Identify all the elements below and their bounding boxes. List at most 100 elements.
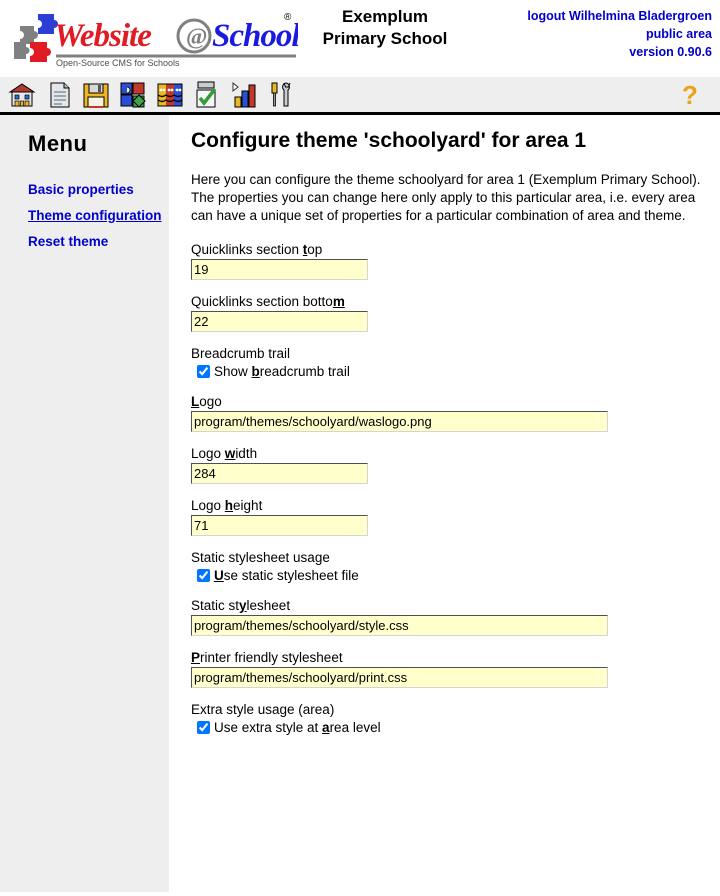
sidebar-menu: Basic properties Theme configuration Res…: [0, 181, 169, 250]
label-logo-height-accesskey: h: [224, 498, 234, 513]
label-logo-height-post: eight: [233, 498, 263, 513]
input-quicklinks-top[interactable]: [191, 259, 368, 280]
input-quicklinks-bottom[interactable]: [191, 311, 368, 332]
checkbox-row-breadcrumb[interactable]: Show breadcrumb trail: [197, 363, 712, 380]
label-static-stylesheet-pre: Static st: [191, 598, 240, 613]
checkbox-row-extra-style-area[interactable]: Use extra style at area level: [197, 719, 712, 736]
label-logo-width-post: idth: [235, 446, 258, 461]
svg-text:@: @: [186, 24, 207, 50]
home-icon[interactable]: [6, 79, 38, 111]
sidebar-item-basic-properties[interactable]: Basic properties: [0, 181, 169, 198]
label-printer-accesskey: P: [191, 650, 201, 665]
field-extra-style-usage-area: Extra style usage (area) Use extra style…: [191, 701, 712, 736]
school-name-line1: Exemplum: [342, 7, 428, 26]
label-static-stylesheet-post: lesheet: [246, 598, 291, 613]
checkbox-breadcrumb-post: readcrumb trail: [259, 364, 350, 379]
label-static-stylesheet-accesskey: y: [239, 598, 247, 613]
label-logo-height-pre: Logo: [191, 498, 225, 513]
checkbox-use-extra-style-at-area-level[interactable]: [197, 721, 210, 734]
input-printer-friendly-stylesheet[interactable]: [191, 667, 608, 688]
area-label: public area: [646, 27, 712, 41]
checkbox-extra-pre: Use extra style at: [214, 720, 323, 735]
label-logo-width-pre: Logo: [191, 446, 225, 461]
checkbox-breadcrumb-pre: Show: [214, 364, 252, 379]
checkbox-static-accesskey: U: [214, 568, 224, 583]
page-title: Configure theme 'schoolyard' for area 1: [191, 129, 587, 152]
checkbox-use-static-stylesheet-file[interactable]: [197, 569, 210, 582]
tasks-icon[interactable]: [191, 79, 223, 111]
label-extra-style-usage-area: Extra style usage (area): [191, 702, 335, 717]
page-body: Menu Basic properties Theme configuratio…: [0, 115, 720, 892]
toolbar-icon-group: [6, 79, 297, 111]
save-icon[interactable]: [80, 79, 112, 111]
label-logo-post: ogo: [199, 394, 222, 409]
help-icon[interactable]: ?: [678, 80, 704, 110]
label-logo-width-accesskey: w: [224, 446, 236, 461]
sidebar-link-reset-theme[interactable]: Reset theme: [28, 234, 108, 249]
label-quicklinks-bottom-pre: Quicklinks section botto: [191, 294, 333, 309]
label-breadcrumb-trail: Breadcrumb trail: [191, 346, 291, 361]
sidebar: Menu Basic properties Theme configuratio…: [0, 115, 169, 892]
input-static-stylesheet[interactable]: [191, 615, 608, 636]
checkbox-label-show-breadcrumb-trail[interactable]: Show breadcrumb trail: [214, 363, 350, 380]
school-name: Exemplum Primary School: [300, 6, 470, 50]
field-quicklinks-top: Quicklinks section top: [191, 241, 712, 280]
main-content: Configure theme 'schoolyard' for area 1 …: [169, 115, 720, 892]
label-quicklinks-bottom-accesskey: m: [332, 294, 345, 309]
users-icon[interactable]: [154, 79, 186, 111]
input-logo-height[interactable]: [191, 515, 368, 536]
field-static-stylesheet-usage: Static stylesheet usage Use static style…: [191, 549, 712, 584]
website-at-school-logo: Website @ School Open-Source CMS for Sch…: [8, 8, 302, 70]
intro-paragraph: Here you can configure the theme schooly…: [191, 171, 712, 225]
label-logo: Logo: [191, 393, 712, 410]
page-header: Website @ School Open-Source CMS for Sch…: [0, 0, 720, 76]
field-printer-friendly-stylesheet: Printer friendly stylesheet: [191, 649, 712, 688]
label-printer-friendly-stylesheet: Printer friendly stylesheet: [191, 649, 712, 666]
label-logo-width: Logo width: [191, 445, 712, 462]
sidebar-item-reset-theme[interactable]: Reset theme: [0, 233, 169, 250]
label-printer-post: rinter friendly stylesheet: [200, 650, 343, 665]
school-name-line2: Primary School: [322, 29, 448, 48]
page-icon[interactable]: [43, 79, 75, 111]
checkbox-extra-accesskey: a: [322, 720, 330, 735]
field-logo-width: Logo width: [191, 445, 712, 484]
statistics-icon[interactable]: [228, 79, 260, 111]
label-static-stylesheet: Static stylesheet: [191, 597, 712, 614]
sidebar-title: Menu: [28, 131, 88, 156]
svg-text:Website: Website: [54, 18, 151, 54]
svg-text:School: School: [212, 18, 298, 54]
tools-icon[interactable]: [265, 79, 297, 111]
modules-icon[interactable]: [117, 79, 149, 111]
input-logo[interactable]: [191, 411, 608, 432]
label-quicklinks-top-pre: Quicklinks section: [191, 242, 303, 257]
intro-line-1: Here you can configure the theme schooly…: [191, 172, 701, 187]
field-quicklinks-bottom: Quicklinks section bottom: [191, 293, 712, 332]
input-logo-width[interactable]: [191, 463, 368, 484]
header-status-block: logout Wilhelmina Bladergroen public are…: [527, 7, 712, 61]
checkbox-static-post: se static stylesheet file: [223, 568, 359, 583]
sidebar-link-basic-properties[interactable]: Basic properties: [28, 182, 134, 197]
checkbox-row-static-stylesheet[interactable]: Use static stylesheet file: [197, 567, 712, 584]
version-label: version 0.90.6: [629, 45, 712, 59]
checkbox-label-use-extra-style-at-area-level[interactable]: Use extra style at area level: [214, 719, 381, 736]
sidebar-link-theme-configuration[interactable]: Theme configuration: [28, 208, 162, 223]
main-toolbar: ?: [0, 76, 720, 115]
checkbox-show-breadcrumb-trail[interactable]: [197, 365, 210, 378]
label-static-stylesheet-usage: Static stylesheet usage: [191, 550, 330, 565]
registered-mark: ®: [284, 12, 292, 23]
logout-link[interactable]: logout Wilhelmina Bladergroen: [527, 7, 712, 25]
label-logo-height: Logo height: [191, 497, 712, 514]
sidebar-item-theme-configuration[interactable]: Theme configuration: [0, 207, 169, 224]
checkbox-extra-post: rea level: [329, 720, 381, 735]
label-logo-accesskey: L: [191, 394, 200, 409]
svg-text:?: ?: [682, 80, 698, 110]
field-logo: Logo: [191, 393, 712, 432]
checkbox-label-use-static-stylesheet-file[interactable]: Use static stylesheet file: [214, 567, 359, 584]
label-quicklinks-bottom: Quicklinks section bottom: [191, 293, 712, 310]
intro-line-2: The properties you can change here only …: [191, 190, 696, 223]
theme-configuration-form: Quicklinks section top Quicklinks sectio…: [191, 241, 712, 736]
field-breadcrumb-trail: Breadcrumb trail Show breadcrumb trail: [191, 345, 712, 380]
field-logo-height: Logo height: [191, 497, 712, 536]
checkbox-breadcrumb-accesskey: b: [251, 364, 260, 379]
label-quicklinks-top-post: op: [307, 242, 323, 257]
